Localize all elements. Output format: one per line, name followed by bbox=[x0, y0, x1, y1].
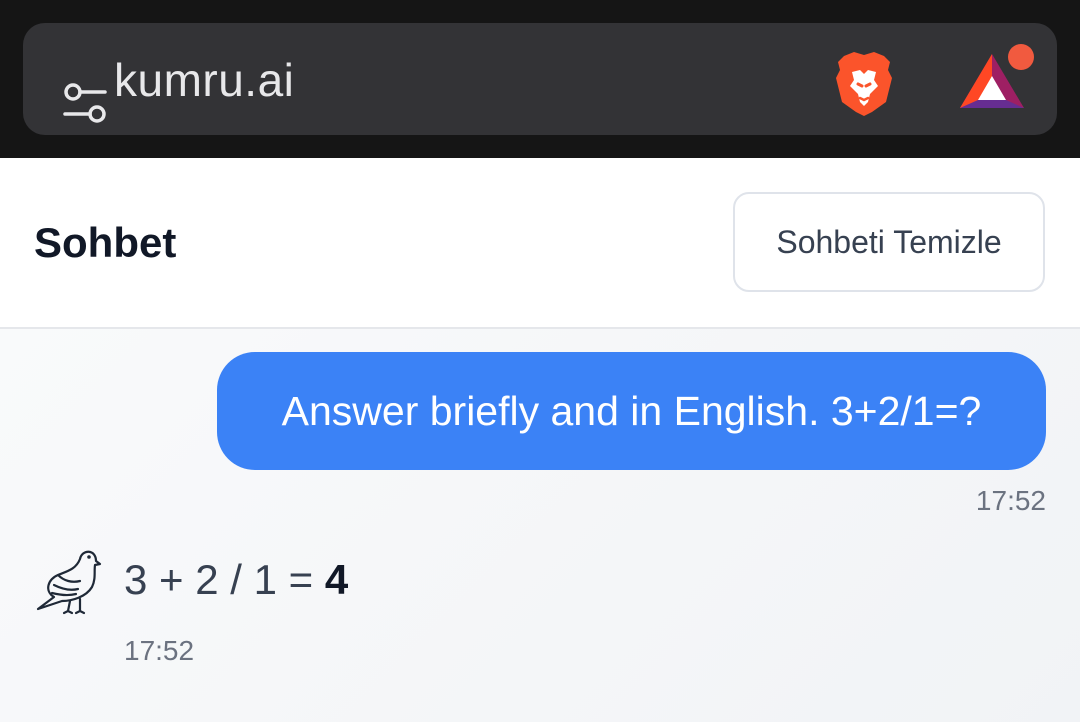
page-title: Sohbet bbox=[34, 219, 177, 266]
chat-messages[interactable]: Answer briefly and in English. 3+2/1=? 1… bbox=[0, 329, 1080, 722]
brave-rewards-icon[interactable] bbox=[954, 44, 1038, 114]
rewards-notification-badge bbox=[1008, 44, 1034, 70]
assistant-equation: 3 + 2 / 1 = bbox=[124, 556, 325, 603]
chat-header: Sohbet Sohbeti Temizle bbox=[0, 158, 1080, 329]
assistant-answer: 4 bbox=[324, 556, 349, 603]
user-message-timestamp: 17:52 bbox=[975, 485, 1046, 516]
brave-shields-icon[interactable] bbox=[832, 50, 896, 118]
dove-icon bbox=[36, 550, 102, 615]
browser-toolbar: kumru.ai bbox=[0, 0, 1080, 158]
assistant-message-timestamp: 17:52 bbox=[124, 635, 195, 666]
address-bar[interactable]: kumru.ai bbox=[23, 23, 1057, 135]
user-message-text: Answer briefly and in English. 3+2/1=? bbox=[281, 387, 982, 434]
url-text[interactable]: kumru.ai bbox=[114, 52, 294, 108]
user-message-bubble: Answer briefly and in English. 3+2/1=? bbox=[217, 352, 1046, 470]
clear-chat-button[interactable]: Sohbeti Temizle bbox=[733, 192, 1045, 292]
assistant-message-text: 3 + 2 / 1 = 4 bbox=[124, 556, 348, 604]
site-settings-icon[interactable] bbox=[63, 81, 107, 125]
